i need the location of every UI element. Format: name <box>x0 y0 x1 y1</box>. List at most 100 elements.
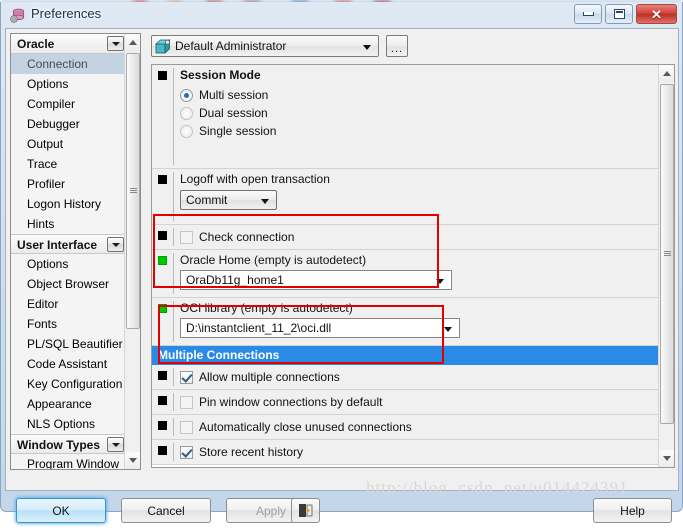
row-marker <box>158 421 167 430</box>
radio-single-session[interactable]: Single session <box>180 122 659 140</box>
sidebar-item-label: Debugger <box>27 117 80 131</box>
sidebar-item-trace[interactable]: Trace <box>11 154 126 174</box>
checkbox-pin-window-connections[interactable]: Pin window connections by default <box>180 393 659 411</box>
sidebar-item-nls-options[interactable]: NLS Options <box>11 414 126 434</box>
cancel-button-label: Cancel <box>147 503 185 518</box>
scroll-up-arrow-icon[interactable] <box>125 34 140 51</box>
sidebar-item-plsql-beautifier[interactable]: PL/SQL Beautifier <box>11 334 126 354</box>
settings-list[interactable]: Session Mode Multi session Dual session <box>151 64 675 468</box>
sidebar-item-editor[interactable]: Editor <box>11 294 126 314</box>
sidebar-item-program-window[interactable]: Program Window <box>11 454 126 469</box>
oci-library-select[interactable]: D:\instantclient_11_2\oci.dll <box>180 318 460 338</box>
chevron-down-icon[interactable] <box>107 36 124 51</box>
settings-panel: Default Administrator ... Session Mode M… <box>146 33 675 470</box>
sidebar-item-label: Profiler <box>27 177 66 191</box>
setting-row-pin-window-connections: Pin window connections by default <box>152 390 659 415</box>
settings-scrollbar[interactable] <box>658 65 674 467</box>
sidebar-item-debugger[interactable]: Debugger <box>11 114 126 134</box>
row-marker-modified <box>158 304 167 313</box>
checkbox-check-connection[interactable]: Check connection <box>180 228 659 246</box>
chevron-down-icon <box>363 45 371 50</box>
setting-row-check-connection: Check connection <box>152 225 659 250</box>
radio-label: Dual session <box>199 106 268 120</box>
close-button[interactable]: ✕ <box>636 4 677 24</box>
settings-scrollbar-thumb[interactable] <box>660 84 674 424</box>
help-button[interactable]: Help <box>593 498 672 523</box>
checkbox-auto-close-unused-connections[interactable]: Automatically close unused connections <box>180 418 659 436</box>
row-divider <box>173 68 174 165</box>
chevron-down-icon[interactable] <box>107 237 124 252</box>
sidebar-item-code-assistant[interactable]: Code Assistant <box>11 354 126 374</box>
profile-browse-button[interactable]: ... <box>386 35 408 57</box>
import-export-button[interactable] <box>291 498 320 523</box>
sidebar-item-label: Options <box>27 257 69 271</box>
watermark-text: http://blog. csdn. net/u014424391 <box>366 478 629 497</box>
sidebar-scrollbar-thumb[interactable] <box>126 53 140 329</box>
radio-dual-session[interactable]: Dual session <box>180 104 659 122</box>
sidebar-group-user-interface[interactable]: User Interface <box>11 234 126 254</box>
sidebar-item-compiler[interactable]: Compiler <box>11 94 126 114</box>
scroll-down-arrow-icon[interactable] <box>659 450 674 467</box>
radio-label: Single session <box>199 124 277 138</box>
maximize-button[interactable] <box>605 4 633 24</box>
cancel-button[interactable]: Cancel <box>121 498 211 523</box>
oci-library-value: D:\instantclient_11_2\oci.dll <box>186 321 332 335</box>
sidebar-item-label: Object Browser <box>27 277 110 291</box>
category-list: Oracle Connection Options Compiler Debug… <box>11 34 126 469</box>
sidebar-item-options[interactable]: Options <box>11 74 126 94</box>
row-divider <box>173 253 174 294</box>
chevron-down-icon <box>261 199 269 204</box>
sidebar-item-label: Appearance <box>27 397 92 411</box>
logoff-title: Logoff with open transaction <box>180 172 330 186</box>
radio-icon <box>180 106 193 120</box>
checkbox-label: Automatically close unused connections <box>199 420 412 434</box>
sidebar-scrollbar[interactable] <box>124 34 140 469</box>
sidebar-group-oracle[interactable]: Oracle <box>11 34 126 54</box>
settings-rows: Session Mode Multi session Dual session <box>152 65 659 465</box>
profile-value: Default Administrator <box>175 39 287 53</box>
checkbox-store-recent-history[interactable]: Store recent history <box>180 443 659 461</box>
sidebar-item-ui-options[interactable]: Options <box>11 254 126 274</box>
radio-label: Multi session <box>199 88 269 102</box>
row-divider <box>173 301 174 342</box>
scroll-up-arrow-icon[interactable] <box>659 65 674 82</box>
sidebar-item-label: Options <box>27 77 69 91</box>
chevron-down-icon[interactable] <box>107 437 124 452</box>
sidebar-item-output[interactable]: Output <box>11 134 126 154</box>
session-mode-title: Session Mode <box>180 68 261 82</box>
profile-select[interactable]: Default Administrator <box>151 35 379 57</box>
sidebar-item-logon-history[interactable]: Logon History <box>11 194 126 214</box>
sidebar-item-hints[interactable]: Hints <box>11 214 126 234</box>
maximize-icon <box>613 9 625 19</box>
sidebar-item-profiler[interactable]: Profiler <box>11 174 126 194</box>
ok-button[interactable]: OK <box>16 498 106 523</box>
sidebar-group-label: Window Types <box>17 438 101 452</box>
scroll-down-arrow-icon[interactable] <box>125 452 140 469</box>
chevron-down-icon <box>436 279 444 284</box>
minimize-button[interactable] <box>574 4 602 24</box>
sidebar-item-appearance[interactable]: Appearance <box>11 394 126 414</box>
sidebar-group-window-types[interactable]: Window Types <box>11 434 126 454</box>
sidebar-item-key-configuration[interactable]: Key Configuration <box>11 374 126 394</box>
sidebar-item-object-browser[interactable]: Object Browser <box>11 274 126 294</box>
section-header-multiple-connections[interactable]: Multiple Connections <box>152 346 659 365</box>
sidebar-item-label: Editor <box>27 297 59 311</box>
title-bar[interactable]: Preferences ✕ <box>1 2 682 28</box>
sidebar-item-fonts[interactable]: Fonts <box>11 314 126 334</box>
window-title: Preferences <box>31 6 102 21</box>
ok-button-label: OK <box>52 503 70 518</box>
radio-multi-session[interactable]: Multi session <box>180 86 659 104</box>
row-divider <box>173 418 174 436</box>
sidebar-item-label: Hints <box>27 217 55 231</box>
row-marker <box>158 71 167 80</box>
checkbox-allow-multiple-connections[interactable]: Allow multiple connections <box>180 368 659 386</box>
setting-row-store-recent-history: Store recent history <box>152 440 659 465</box>
sidebar-item-label: NLS Options <box>27 417 96 431</box>
row-marker-modified <box>158 256 167 265</box>
sidebar-item-label: PL/SQL Beautifier <box>27 337 123 351</box>
oracle-home-select[interactable]: OraDb11g_home1 <box>180 270 452 290</box>
logoff-select[interactable]: Commit <box>180 190 277 210</box>
oracle-home-title: Oracle Home (empty is autodetect) <box>180 253 367 267</box>
preferences-category-tree[interactable]: Oracle Connection Options Compiler Debug… <box>10 33 141 470</box>
sidebar-item-connection[interactable]: Connection <box>11 54 126 74</box>
